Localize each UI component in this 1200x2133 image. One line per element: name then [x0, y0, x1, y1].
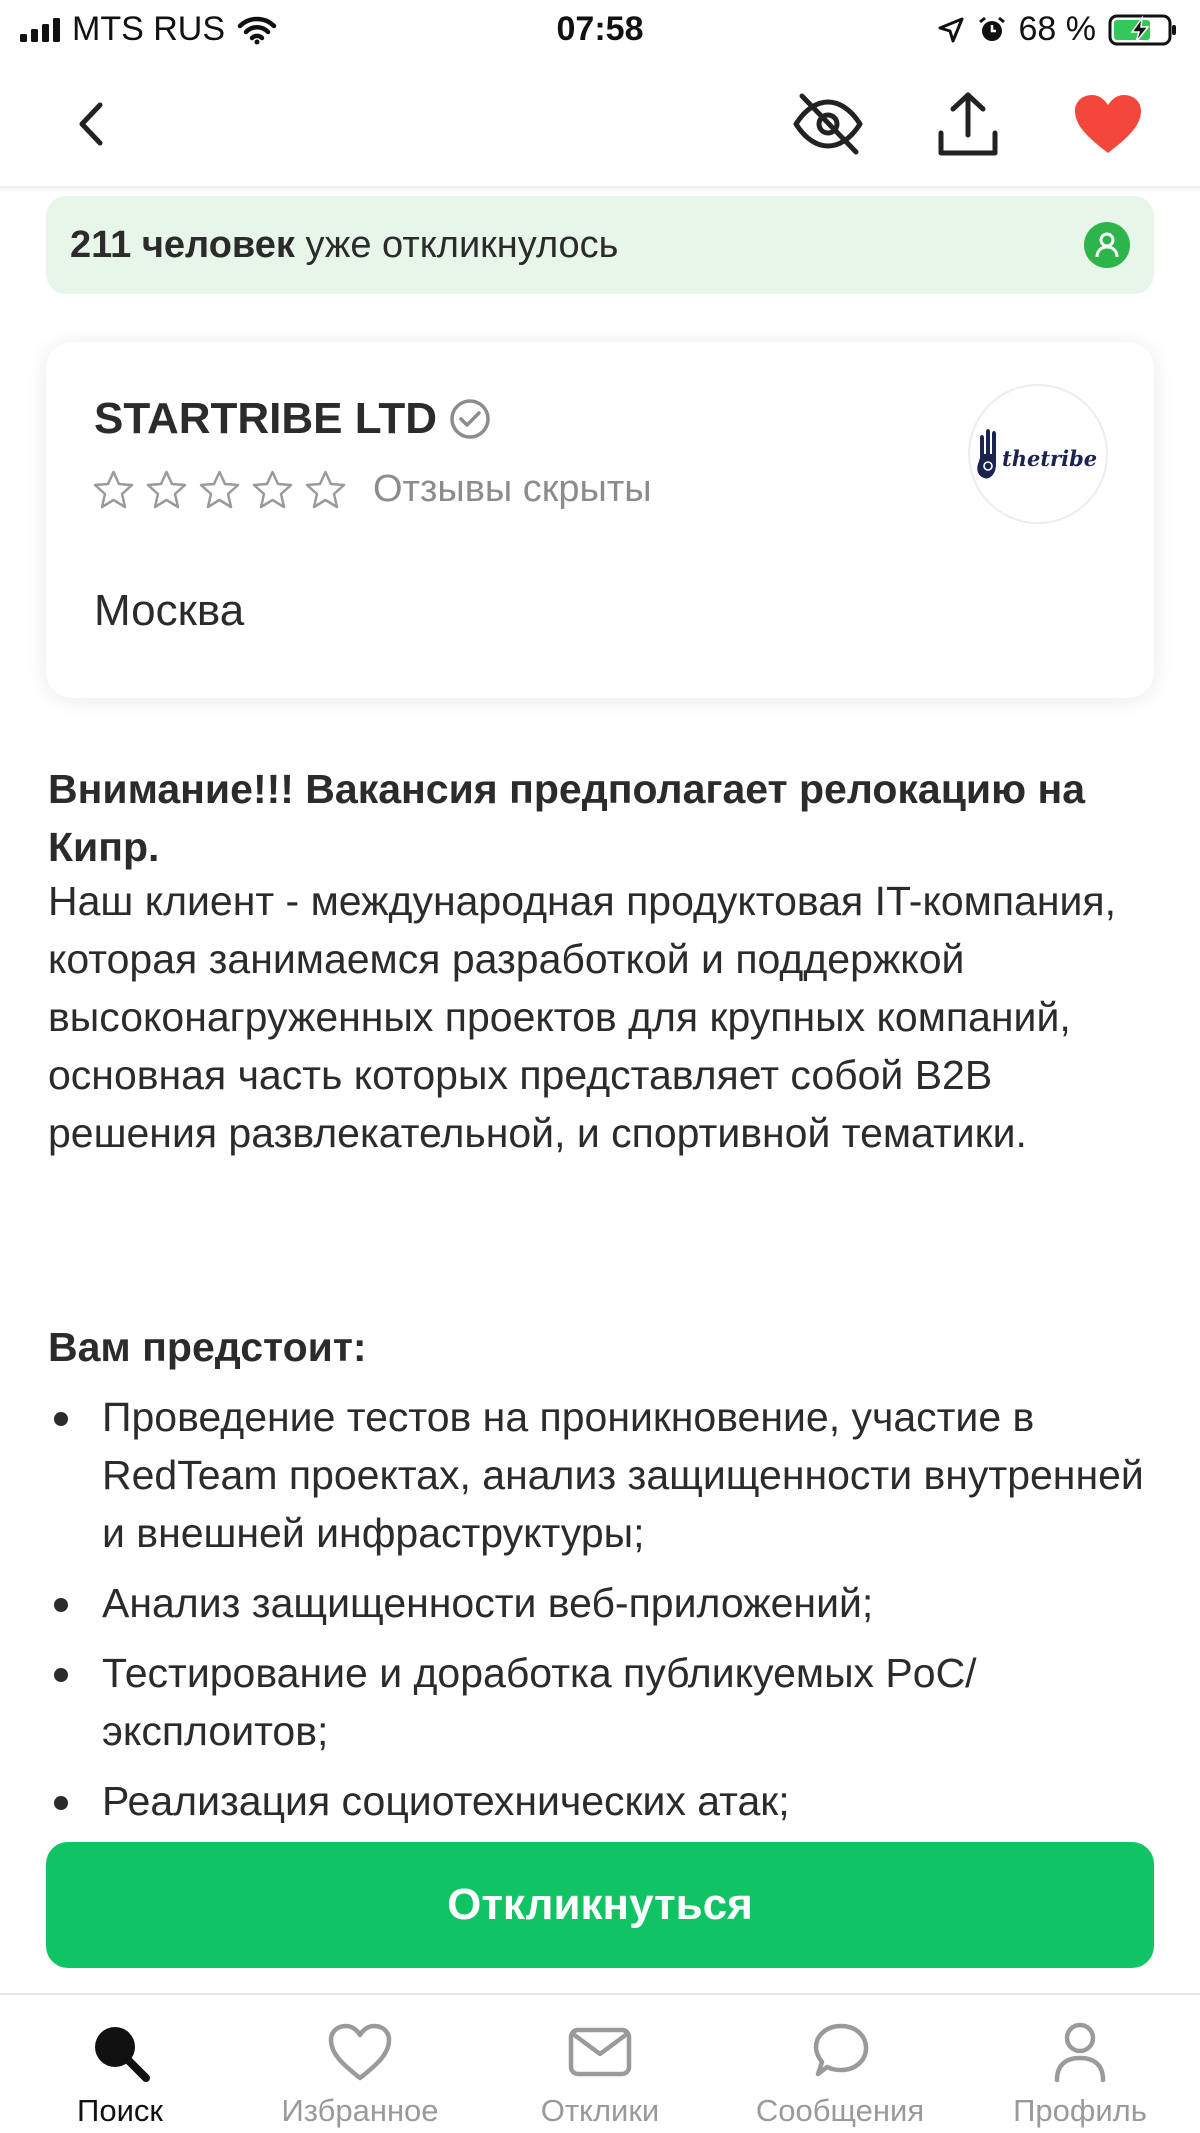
- company-intro: Наш клиент - международная продуктовая I…: [48, 878, 1116, 1156]
- duty-item: Анализ защищенности веб-приложений;: [48, 1574, 1158, 1632]
- hide-vacancy-button[interactable]: [788, 84, 868, 164]
- relocation-alert: Внимание!!! Вакансия предполагает релока…: [48, 766, 1086, 870]
- nav-header: [0, 62, 1200, 186]
- duties-list: Проведение тестов на проникновение, учас…: [48, 1388, 1158, 1840]
- star-outline-icon: [199, 470, 240, 509]
- tab-label: Отклики: [540, 2093, 660, 2128]
- star-outline-icon: [146, 470, 187, 509]
- thetribe-logo: thetribe: [977, 429, 1097, 479]
- tab-profile[interactable]: Профиль: [960, 1995, 1200, 2133]
- company-logo[interactable]: thetribe: [968, 384, 1108, 524]
- tab-messages[interactable]: Сообщения: [720, 1995, 960, 2133]
- alarm-icon: [978, 16, 1005, 41]
- share-button[interactable]: [928, 84, 1008, 164]
- location-arrow-icon: [938, 17, 963, 42]
- status-bar: MTS RUS 07:58 68 %: [0, 0, 1200, 62]
- tab-label: Профиль: [1013, 2093, 1147, 2128]
- tab-responses[interactable]: Отклики: [480, 1995, 720, 2133]
- responses-rest: уже откликнулось: [294, 224, 619, 266]
- responses-count: 211 человек: [70, 224, 295, 266]
- logo-text: thetribe: [1002, 446, 1097, 471]
- star-outline-icon: [305, 470, 346, 509]
- heart-filled-icon: [1075, 95, 1141, 153]
- person-icon: [1084, 222, 1130, 268]
- tab-label: Избранное: [281, 2093, 439, 2128]
- star-outline-icon: [252, 470, 293, 509]
- battery-charging-icon: [1108, 14, 1176, 45]
- company-name: STARTRIBE LTD: [94, 394, 437, 443]
- reviews-hidden-text: Отзывы скрыты: [373, 468, 652, 510]
- tab-bar: Поиск Избранное Отклики Сообщения Профил…: [0, 1993, 1200, 2133]
- duty-item: Реализация социотехнических атак;: [48, 1772, 1158, 1830]
- battery-percentage: 68 %: [1018, 10, 1097, 48]
- eye-off-icon: [793, 93, 863, 155]
- status-right: 68 %: [937, 10, 1181, 49]
- company-card[interactable]: STARTRIBE LTD Отзывы скрыты Москва thetr…: [46, 342, 1154, 698]
- chevron-left-icon: [79, 102, 103, 146]
- chat-bubble-icon: [805, 2017, 875, 2087]
- share-icon: [938, 92, 998, 156]
- star-rating: [92, 469, 347, 510]
- duty-item: Проведение тестов на проникновение, учас…: [48, 1388, 1158, 1562]
- tab-label: Сообщения: [755, 2093, 925, 2128]
- vacancy-content[interactable]: 211 человек уже откликнулось STARTRIBE L…: [0, 186, 1200, 1840]
- company-name-row: STARTRIBE LTD: [94, 394, 491, 444]
- profile-icon: [1045, 2017, 1115, 2087]
- verified-check-icon: [450, 399, 490, 439]
- tab-favorites[interactable]: Избранное: [240, 1995, 480, 2133]
- company-city: Москва: [94, 586, 245, 635]
- rating-row: Отзывы скрыты: [92, 468, 652, 511]
- favorite-button[interactable]: [1068, 84, 1148, 164]
- responses-banner: 211 человек уже откликнулось: [46, 196, 1154, 294]
- back-button[interactable]: [52, 84, 132, 164]
- apply-button[interactable]: Откликнуться: [46, 1842, 1154, 1968]
- star-outline-icon: [93, 470, 134, 509]
- responses-text: 211 человек уже откликнулось: [70, 224, 618, 267]
- tab-search[interactable]: Поиск: [0, 1995, 240, 2133]
- search-icon: [85, 2017, 155, 2087]
- mail-icon: [565, 2017, 635, 2087]
- duty-item: Тестирование и доработка публикуемых PoC…: [48, 1644, 1158, 1760]
- duties-title: Вам предстоит:: [48, 1324, 367, 1370]
- header-shadow: [0, 186, 1200, 192]
- tab-label: Поиск: [77, 2093, 163, 2128]
- heart-icon: [325, 2017, 395, 2087]
